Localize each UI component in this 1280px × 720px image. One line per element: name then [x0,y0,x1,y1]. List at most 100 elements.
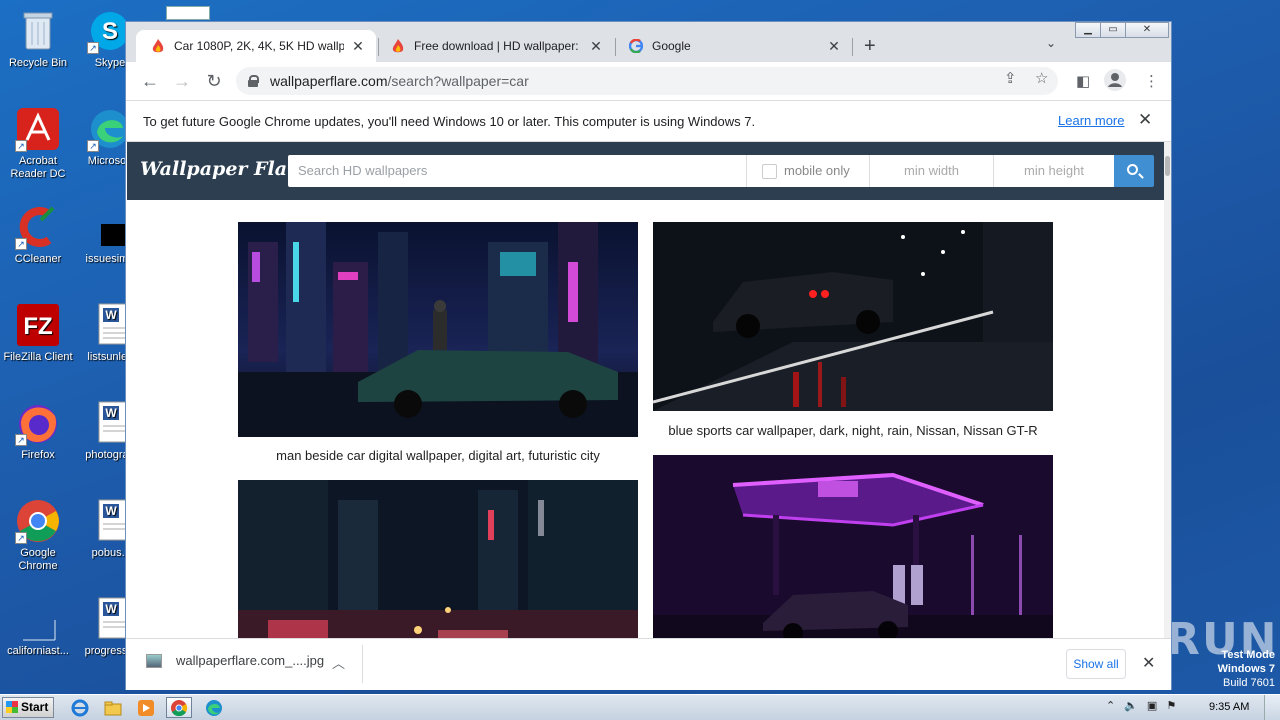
address-url: wallpaperflare.com/search?wallpaper=car [270,73,529,89]
taskbar-edge-icon[interactable] [201,697,227,718]
wallpaper-search-input[interactable]: Search HD wallpapers [288,155,746,187]
download-separator [362,645,363,683]
flame-icon [390,38,406,54]
address-bar[interactable]: wallpaperflare.com/search?wallpaper=car [236,67,1058,95]
mobile-only-checkbox[interactable]: mobile only [746,155,869,187]
tab-separator [852,38,853,56]
desktop-icon-label: Acrobat Reader DC [10,155,66,180]
checkbox-icon [762,163,777,179]
side-panel-icon[interactable]: ◧ [1076,72,1090,90]
desktop-icon-label: CCleaner [14,253,62,265]
tab-title: Car 1080P, 2K, 4K, 5K HD wallpaper [174,39,344,53]
site-logo[interactable]: Wallpaper Flare [140,158,309,180]
min-width-input[interactable]: min width [869,155,993,187]
min-height-input[interactable]: min height [993,155,1114,187]
tab-google[interactable]: Google ✕ [614,30,852,62]
close-tab-icon[interactable]: ✕ [588,38,604,55]
taskbar-explorer-icon[interactable] [100,697,126,718]
chevron-up-icon[interactable]: ︿ [332,653,345,672]
back-arrow-icon[interactable]: ← [138,70,162,94]
tray-expand-icon[interactable]: ⌃ [1106,699,1115,712]
taskbar-chrome-icon[interactable] [166,697,192,718]
svg-text:FZ: FZ [23,313,52,340]
svg-text:S: S [102,18,118,45]
close-tab-icon[interactable]: ✕ [826,38,842,55]
maximize-button[interactable]: ▭ [1100,22,1126,38]
image-file-icon [146,653,162,668]
site-header: Wallpaper Flare Search HD wallpapers mob… [127,142,1164,200]
network-icon[interactable]: ▣ [1147,699,1157,712]
kebab-menu-icon[interactable]: ⋮ [1144,72,1159,90]
desktop-icon-google-chrome[interactable]: ↗ Google Chrome [0,498,76,573]
new-tab-button[interactable]: + [864,35,876,58]
result-image-neon-gas-station[interactable] [653,455,1053,638]
desktop-icon-filezilla[interactable]: FZ FileZilla Client [0,302,76,364]
taskbar-ie-icon[interactable] [67,697,93,718]
desktop-icon-label: FileZilla Client [3,351,73,363]
taskbar-clock[interactable]: 9:35 AM [1209,701,1249,713]
start-button[interactable]: Start [2,697,54,718]
browser-toolbar: ← → ↻ wallpaperflare.com/search?wallpape… [126,62,1171,100]
window-controls: ▁ ▭ ✕ [1075,22,1169,38]
close-window-button[interactable]: ✕ [1125,22,1169,38]
ccleaner-icon: ↗ [15,204,61,250]
flame-icon [150,38,166,54]
learn-more-link[interactable]: Learn more [1058,113,1124,128]
show-all-downloads-button[interactable]: Show all [1066,649,1126,679]
test-mode-notice: Test Mode Windows 7 Build 7601 [1180,648,1275,690]
close-download-shelf-icon[interactable]: ✕ [1142,653,1155,673]
close-tab-icon[interactable]: ✕ [350,38,366,55]
reload-icon[interactable]: ↻ [202,70,226,94]
desktop-icon-ccleaner[interactable]: ↗ CCleaner [0,204,76,266]
desktop-icon-label: californiast... [7,645,69,657]
show-desktop-button[interactable] [1264,695,1280,720]
bookmark-star-icon[interactable]: ☆ [1035,69,1048,87]
chrome-icon: ↗ [15,498,61,544]
desktop-icon-recycle-bin[interactable]: Recycle Bin [0,8,76,70]
desktop-icon-label: Recycle Bin [8,57,68,69]
taskbar-media-player-icon[interactable] [133,697,159,718]
search-button[interactable] [1114,155,1154,187]
mobile-only-label: mobile only [784,163,850,178]
forward-arrow-icon[interactable]: → [170,70,194,94]
tab-wallpaper-search[interactable]: Car 1080P, 2K, 4K, 5K HD wallpaper ✕ [136,30,376,62]
svg-text:W: W [105,308,117,322]
close-infobar-icon[interactable]: ✕ [1138,110,1152,130]
desktop-icon-partial[interactable] [166,6,210,20]
os-label: Windows 7 [1217,663,1275,675]
system-tray: ⌃ 🔈 ▣ ⚑ [1106,699,1176,712]
result-image-neon-street[interactable] [238,480,638,638]
recycle-bin-icon [15,8,61,54]
tab-title: Free download | HD wallpaper: black [414,39,582,53]
volume-icon[interactable]: 🔈 [1124,699,1138,712]
result-image-cyberpunk-city[interactable] [238,222,638,437]
taskbar: Start ⌃ 🔈 ▣ ⚑ 9:35 AM [0,694,1280,720]
acrobat-icon: ↗ [15,106,61,152]
svg-text:W: W [105,602,117,616]
scrollbar-thumb[interactable] [1165,156,1170,176]
lock-icon [248,75,259,87]
desktop-icon-label: Firefox [21,449,55,461]
desktop-icon-label: Google Chrome [18,547,58,572]
page-scrollbar[interactable] [1164,142,1171,638]
download-shelf: wallpaperflare.com_....jpg ︿ Show all ✕ [126,638,1171,690]
build-label: Build 7601 [1223,677,1275,689]
action-center-flag-icon[interactable]: ⚑ [1166,699,1176,712]
tab-title: Google [652,39,691,53]
minimize-button[interactable]: ▁ [1075,22,1101,38]
infobar-message: To get future Google Chrome updates, you… [143,113,756,129]
result-image-nissan-gtr[interactable] [653,222,1053,411]
url-host: wallpaperflare.com [270,73,388,89]
download-filename: wallpaperflare.com_....jpg [176,653,325,668]
tab-free-download[interactable]: Free download | HD wallpaper: black ✕ [376,30,614,62]
result-caption[interactable]: blue sports car wallpaper, dark, night, … [653,423,1053,438]
desktop-icon-firefox[interactable]: ↗ Firefox [0,400,76,462]
tab-search-chevron-icon[interactable]: ⌄ [1046,36,1056,50]
result-caption[interactable]: man beside car digital wallpaper, digita… [238,448,638,463]
desktop-icon-californiast[interactable]: californiast... [0,596,76,658]
blank-file-icon [15,596,61,642]
share-icon[interactable]: ⇪ [1004,69,1017,87]
profile-avatar-icon[interactable] [1104,69,1126,95]
download-item[interactable]: wallpaperflare.com_....jpg [146,653,324,668]
desktop-icon-acrobat[interactable]: ↗ Acrobat Reader DC [0,106,76,181]
